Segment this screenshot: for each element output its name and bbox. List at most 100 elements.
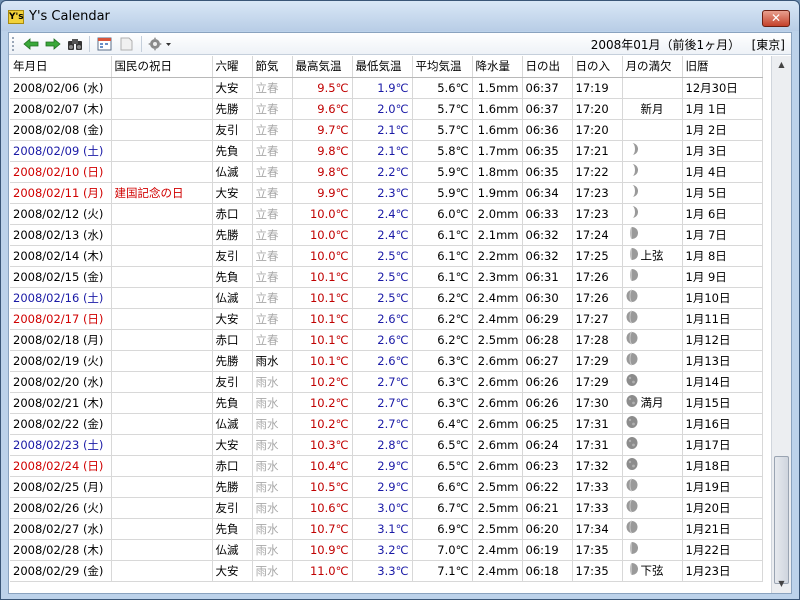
table-row[interactable]: 2008/02/09 (土) 先負 立春 9.8℃ 2.1℃ 5.8℃ 1.7mm 06:35… (10, 140, 763, 162)
date-cell: 2008/02/21 (木) (10, 392, 112, 414)
date-cell: 2008/02/13 (水) (10, 224, 112, 246)
avg-temp-cell: 6.5℃ (412, 455, 473, 477)
lunar-date-cell: 1月11日 (682, 308, 763, 330)
holiday-cell (111, 476, 213, 498)
sekki-cell: 雨水 (252, 476, 293, 498)
table-row[interactable]: 2008/02/07 (木) 先勝 立春 9.6℃ 2.0℃ 5.7℃ 1.6mm 06:37… (10, 98, 763, 120)
rokuyo-cell: 赤口 (212, 455, 253, 477)
column-header[interactable]: 最高気温 (292, 56, 353, 78)
forward-arrow-icon[interactable] (43, 35, 63, 53)
table-row[interactable]: 2008/02/11 (月) 建国記念の日 大安 立春 9.9℃ 2.3℃ 5.9℃ 1.9m… (10, 182, 763, 204)
table-row[interactable]: 2008/02/29 (金) 大安 雨水 11.0℃ 3.3℃ 7.1℃ 2.4mm 06:1… (10, 560, 763, 582)
note-icon[interactable] (116, 35, 136, 53)
binoculars-icon[interactable] (65, 35, 85, 53)
max-temp-cell: 10.1℃ (292, 350, 353, 372)
lunar-date-cell: 1月20日 (682, 497, 763, 519)
max-temp-cell: 9.9℃ (292, 182, 353, 204)
holiday-cell (111, 77, 213, 99)
max-temp-cell: 10.0℃ (292, 224, 353, 246)
table-row[interactable]: 2008/02/20 (水) 友引 雨水 10.2℃ 2.7℃ 6.3℃ 2.6mm 06:2… (10, 371, 763, 393)
holiday-cell (111, 371, 213, 393)
table-row[interactable]: 2008/02/12 (火) 赤口 立春 10.0℃ 2.4℃ 6.0℃ 2.0mm 06:3… (10, 203, 763, 225)
calendar-table-wrap: 年月日 国民の祝日 六曜 節気 最高気温 最低気温 平均気温 降水量 日の出 日の入 月の満欠 旧暦 … (10, 56, 770, 593)
rainfall-cell: 2.1mm (472, 224, 523, 246)
table-row[interactable]: 2008/02/19 (火) 先勝 雨水 10.1℃ 2.6℃ 6.3℃ 2.6mm 06:2… (10, 350, 763, 372)
sekki-cell: 立春 (252, 161, 293, 183)
moon-phase-cell: 新月 (622, 98, 683, 120)
rainfall-cell: 2.6mm (472, 371, 523, 393)
close-button[interactable]: ✕ (762, 10, 790, 27)
table-row[interactable]: 2008/02/08 (金) 友引 立春 9.7℃ 2.1℃ 5.7℃ 1.6mm 06:36… (10, 119, 763, 141)
column-header[interactable]: 日の出 (522, 56, 573, 78)
table-row[interactable]: 2008/02/13 (水) 先勝 立春 10.0℃ 2.4℃ 6.1℃ 2.1mm 06:3… (10, 224, 763, 246)
moon-phase-cell (622, 434, 683, 456)
max-temp-cell: 10.0℃ (292, 245, 353, 267)
table-row[interactable]: 2008/02/14 (木) 友引 立春 10.0℃ 2.5℃ 6.1℃ 2.2mm 06:3… (10, 245, 763, 267)
holiday-cell (111, 140, 213, 162)
date-cell: 2008/02/06 (水) (10, 77, 112, 99)
table-row[interactable]: 2008/02/28 (木) 仏滅 雨水 10.9℃ 3.2℃ 7.0℃ 2.4mm 06:1… (10, 539, 763, 561)
rainfall-cell: 2.4mm (472, 539, 523, 561)
table-row[interactable]: 2008/02/16 (土) 仏滅 立春 10.1℃ 2.5℃ 6.2℃ 2.4mm 06:3… (10, 287, 763, 309)
lunar-date-cell: 1月15日 (682, 392, 763, 414)
column-header[interactable]: 節気 (252, 56, 293, 78)
title-bar[interactable]: Y's Y's Calendar ✕ (1, 1, 799, 31)
sunset-cell: 17:35 (572, 560, 623, 582)
sunrise-cell: 06:21 (522, 497, 573, 519)
toolbar-grip[interactable] (12, 37, 15, 51)
table-row[interactable]: 2008/02/26 (火) 友引 雨水 10.6℃ 3.0℃ 6.7℃ 2.5mm 06:2… (10, 497, 763, 519)
moon-phase-cell (622, 287, 683, 309)
column-header[interactable]: 旧暦 (682, 56, 763, 78)
moon-icon (626, 478, 638, 495)
sunrise-cell: 06:32 (522, 224, 573, 246)
column-header[interactable]: 最低気温 (352, 56, 413, 78)
calendar-icon[interactable] (94, 35, 114, 53)
table-row[interactable]: 2008/02/25 (月) 先勝 雨水 10.5℃ 2.9℃ 6.6℃ 2.5mm 06:2… (10, 476, 763, 498)
sunset-cell: 17:24 (572, 224, 623, 246)
rokuyo-cell: 先勝 (212, 224, 253, 246)
avg-temp-cell: 5.9℃ (412, 182, 473, 204)
table-row[interactable]: 2008/02/17 (日) 大安 立春 10.1℃ 2.6℃ 6.2℃ 2.4mm 06:2… (10, 308, 763, 330)
sunset-cell: 17:33 (572, 497, 623, 519)
rainfall-cell: 2.6mm (472, 413, 523, 435)
sunrise-cell: 06:33 (522, 203, 573, 225)
table-row[interactable]: 2008/02/23 (土) 大安 雨水 10.3℃ 2.8℃ 6.5℃ 2.6mm 06:2… (10, 434, 763, 456)
avg-temp-cell: 5.8℃ (412, 140, 473, 162)
window-title: Y's Calendar (29, 9, 110, 24)
sunrise-cell: 06:35 (522, 161, 573, 183)
min-temp-cell: 2.6℃ (352, 308, 413, 330)
table-row[interactable]: 2008/02/27 (水) 先負 雨水 10.7℃ 3.1℃ 6.9℃ 2.5mm 06:2… (10, 518, 763, 540)
table-row[interactable]: 2008/02/21 (木) 先負 雨水 10.2℃ 2.7℃ 6.3℃ 2.6mm 06:2… (10, 392, 763, 414)
vertical-scrollbar[interactable]: ▲ ▼ (771, 56, 791, 593)
table-row[interactable]: 2008/02/24 (日) 赤口 雨水 10.4℃ 2.9℃ 6.5℃ 2.6mm 06:2… (10, 455, 763, 477)
date-cell: 2008/02/25 (月) (10, 476, 112, 498)
column-header[interactable]: 降水量 (472, 56, 523, 78)
column-header[interactable]: 六曜 (212, 56, 253, 78)
column-header[interactable]: 月の満欠 (622, 56, 683, 78)
moon-icon (626, 289, 638, 306)
table-row[interactable]: 2008/02/15 (金) 先負 立春 10.1℃ 2.5℃ 6.1℃ 2.3mm 06:3… (10, 266, 763, 288)
rainfall-cell: 2.0mm (472, 203, 523, 225)
table-body: 2008/02/06 (水) 大安 立春 9.5℃ 1.9℃ 5.6℃ 1.5mm 06:37… (10, 77, 763, 582)
gear-icon[interactable] (146, 35, 174, 53)
min-temp-cell: 1.9℃ (352, 77, 413, 99)
scroll-up-arrow-icon[interactable]: ▲ (772, 56, 791, 74)
table-row[interactable]: 2008/02/06 (水) 大安 立春 9.5℃ 1.9℃ 5.6℃ 1.5mm 06:37… (10, 77, 763, 99)
column-header[interactable]: 年月日 (10, 56, 112, 78)
column-header[interactable]: 平均気温 (412, 56, 473, 78)
column-header[interactable]: 国民の祝日 (111, 56, 213, 78)
holiday-cell (111, 497, 213, 519)
table-row[interactable]: 2008/02/10 (日) 仏滅 立春 9.8℃ 2.2℃ 5.9℃ 1.8mm 06:35… (10, 161, 763, 183)
sunset-cell: 17:23 (572, 203, 623, 225)
table-row[interactable]: 2008/02/22 (金) 仏滅 雨水 10.2℃ 2.7℃ 6.4℃ 2.6mm 06:2… (10, 413, 763, 435)
back-arrow-icon[interactable] (21, 35, 41, 53)
lunar-date-cell: 1月 6日 (682, 203, 763, 225)
table-row[interactable]: 2008/02/18 (月) 赤口 立春 10.1℃ 2.6℃ 6.2℃ 2.5mm 06:2… (10, 329, 763, 351)
scroll-thumb[interactable] (774, 456, 789, 584)
scroll-down-arrow-icon[interactable]: ▼ (772, 575, 791, 593)
lunar-date-cell: 1月21日 (682, 518, 763, 540)
column-header[interactable]: 日の入 (572, 56, 623, 78)
rainfall-cell: 2.5mm (472, 476, 523, 498)
rainfall-cell: 2.4mm (472, 560, 523, 582)
moon-phase-cell (622, 308, 683, 330)
